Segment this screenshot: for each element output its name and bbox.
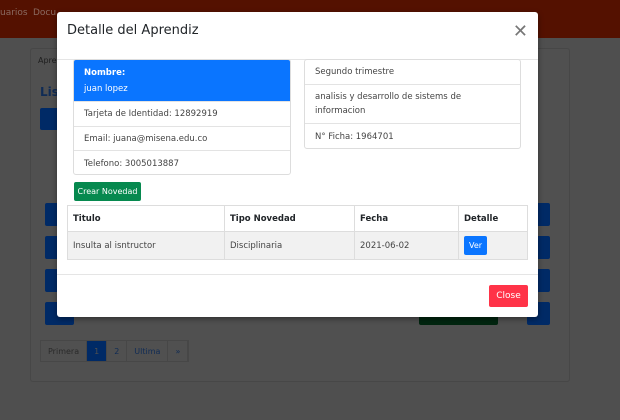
student-info-list: Nombre: juan lopez Tarjeta de Identidad:…: [73, 59, 291, 175]
page-next: »: [168, 341, 189, 361]
header-tipo: Tipo Novedad: [224, 205, 355, 232]
student-detail-modal: Detalle del Aprendiz ✕ Nombre: juan lope…: [57, 12, 538, 317]
table-row: Insulta al isntructor Disciplinaria 2021…: [67, 231, 528, 260]
student-phone: Telefono: 3005013887: [84, 158, 179, 169]
header-detalle: Detalle: [458, 205, 528, 232]
create-novelty-button[interactable]: Crear Novedad: [74, 182, 141, 201]
cell-titulo: Insulta al isntructor: [67, 231, 225, 260]
page-1: 1: [87, 341, 108, 361]
student-name-item: Nombre: juan lopez: [74, 60, 290, 102]
ficha-number: N° Ficha: 1964701: [315, 131, 394, 142]
nav-item-documentos[interactable]: Docu: [33, 8, 56, 18]
page-2: 2: [107, 341, 128, 361]
student-email: Email: juana@misena.edu.co: [74, 127, 290, 151]
close-button[interactable]: Close: [489, 285, 528, 307]
modal-header: Detalle del Aprendiz ✕: [57, 12, 538, 60]
close-icon[interactable]: ✕: [513, 21, 528, 42]
term: Segundo trimestre: [305, 60, 520, 85]
student-name: juan lopez: [84, 83, 128, 94]
header-titulo: Titulo: [67, 205, 225, 232]
header-fecha: Fecha: [354, 205, 459, 232]
cell-fecha: 2021-06-02: [354, 231, 459, 260]
view-button[interactable]: Ver: [464, 236, 487, 255]
table-header-row: Titulo Tipo Novedad Fecha Detalle: [67, 205, 528, 232]
page-last: Ultima: [127, 341, 169, 361]
modal-title: Detalle del Aprendiz: [67, 23, 199, 38]
cell-detalle: Ver: [458, 231, 528, 260]
background-tab: Apre: [38, 56, 57, 65]
background-pagination: Primera 1 2 Ultima »: [40, 340, 190, 362]
modal-footer: [57, 274, 538, 275]
cell-tipo: Disciplinaria: [224, 231, 355, 260]
novelty-table: Titulo Tipo Novedad Fecha Detalle Insult…: [67, 205, 528, 260]
page-first: Primera: [41, 341, 88, 361]
name-label: Nombre:: [84, 67, 126, 78]
program-info-list: Segundo trimestre analisis y desarrollo …: [304, 59, 521, 149]
program-name: analisis y desarrollo de sistems de info…: [305, 85, 520, 124]
student-id: Tarjeta de Identidad: 12892919: [74, 102, 290, 127]
nav-item-usuarios[interactable]: uarios: [0, 8, 28, 18]
